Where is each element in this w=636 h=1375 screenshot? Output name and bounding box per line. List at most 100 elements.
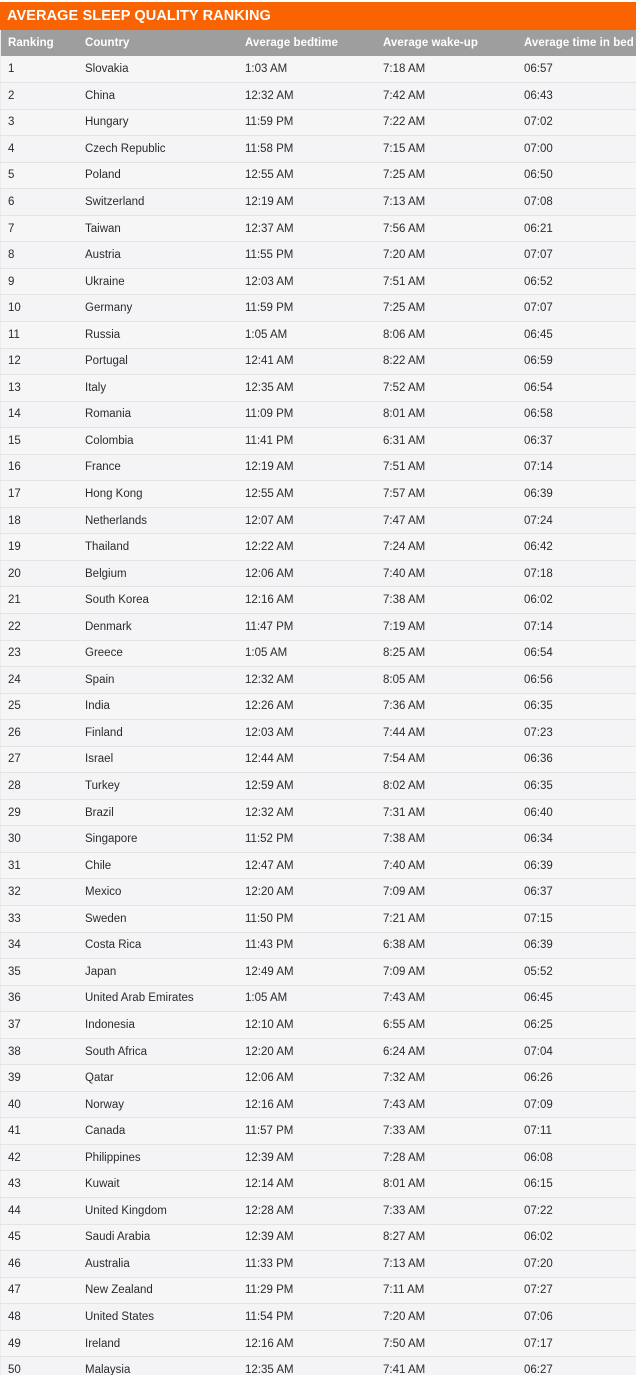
table-row: 23 Greece 1:05 AM 8:25 AM 06:54 — [0, 640, 636, 667]
cell-average-bedtime: 12:19 AM — [245, 196, 294, 208]
cell-average-bedtime: 11:59 PM — [245, 302, 294, 315]
cell-average-wake-up: 7:33 AM — [383, 1125, 426, 1138]
cell-average-wake-up: 7:22 AM — [383, 116, 426, 129]
cell-average-bedtime: 12:44 AM — [245, 753, 294, 766]
cell-country: China — [85, 89, 116, 102]
cell-average-bedtime: 12:32 AM — [245, 806, 294, 819]
cell-country: Hong Kong — [85, 488, 143, 501]
table-title-bar: AVERAGE SLEEP QUALITY RANKING — [0, 2, 636, 30]
cell-average-wake-up: 6:55 AM — [383, 1018, 426, 1031]
table-row: 17 Hong Kong 12:55 AM 7:57 AM 06:39 — [0, 480, 636, 508]
cell-average-bedtime: 12:32 AM — [245, 673, 294, 686]
cell-average-wake-up: 7:51 AM — [383, 275, 426, 288]
cell-country: Canada — [85, 1125, 126, 1138]
cell-country: Philippines — [85, 1151, 141, 1164]
cell-country: Thailand — [85, 541, 130, 554]
table-row: 16 France 12:19 AM 7:51 AM 07:14 — [0, 454, 636, 481]
cell-average-bedtime: 12:10 AM — [245, 1018, 294, 1031]
cell-average-bedtime: 11:58 PM — [245, 142, 294, 155]
column-header-ranking: Ranking — [8, 37, 54, 49]
table-row: 3 Hungary 11:59 PM 7:22 AM 07:02 — [0, 109, 636, 136]
cell-ranking: 29 — [8, 806, 21, 819]
cell-average-bedtime: 11:33 PM — [245, 1257, 294, 1270]
table-row: 34 Costa Rica 11:43 PM 6:38 AM 06:39 — [0, 932, 636, 959]
cell-average-wake-up: 7:56 AM — [383, 222, 426, 235]
table-row: 4 Czech Republic 11:58 PM 7:15 AM 07:00 — [0, 135, 636, 163]
cell-average-time-in-bed: 06:25 — [524, 1018, 553, 1031]
cell-average-wake-up: 7:20 AM — [383, 1310, 426, 1323]
cell-average-wake-up: 7:32 AM — [383, 1072, 426, 1085]
cell-average-bedtime: 12:16 AM — [245, 594, 294, 607]
sleep-quality-ranking-table-container: AVERAGE SLEEP QUALITY RANKING Ranking Co… — [0, 0, 636, 1375]
cell-average-time-in-bed: 07:23 — [524, 726, 553, 739]
cell-average-bedtime: 12:16 AM — [245, 1098, 294, 1111]
table-row: 18 Netherlands 12:07 AM 7:47 AM 07:24 — [0, 507, 636, 534]
cell-average-time-in-bed: 07:00 — [524, 142, 553, 155]
cell-ranking: 33 — [8, 912, 21, 925]
cell-ranking: 12 — [8, 355, 21, 368]
cell-average-time-in-bed: 07:27 — [524, 1284, 553, 1297]
cell-average-bedtime: 12:32 AM — [245, 89, 294, 102]
table-row: 32 Mexico 12:20 AM 7:09 AM 06:37 — [0, 878, 636, 906]
cell-average-time-in-bed: 07:14 — [524, 620, 553, 633]
cell-average-time-in-bed: 06:45 — [524, 328, 553, 341]
cell-average-time-in-bed: 07:18 — [524, 567, 553, 580]
cell-average-time-in-bed: 06:21 — [524, 222, 553, 235]
cell-country: Belgium — [85, 567, 127, 580]
table-row: 19 Thailand 12:22 AM 7:24 AM 06:42 — [0, 533, 636, 561]
table-row: 14 Romania 11:09 PM 8:01 AM 06:58 — [0, 401, 636, 428]
cell-country: France — [85, 461, 121, 474]
cell-country: United Kingdom — [85, 1204, 167, 1217]
table-row: 46 Australia 11:33 PM 7:13 AM 07:20 — [0, 1250, 636, 1278]
cell-country: Japan — [85, 965, 117, 978]
cell-ranking: 1 — [8, 63, 15, 76]
cell-average-bedtime: 12:22 AM — [245, 541, 294, 554]
cell-average-wake-up: 7:41 AM — [383, 1364, 426, 1375]
cell-country: Denmark — [85, 620, 132, 633]
cell-average-bedtime: 11:29 PM — [245, 1284, 294, 1297]
cell-average-bedtime: 11:47 PM — [245, 620, 294, 633]
cell-country: Italy — [85, 381, 107, 394]
cell-average-wake-up: 7:15 AM — [383, 142, 426, 155]
cell-average-time-in-bed: 06:54 — [524, 647, 553, 660]
cell-average-time-in-bed: 07:07 — [524, 249, 553, 262]
cell-average-wake-up: 7:40 AM — [383, 567, 426, 580]
table-row: 27 Israel 12:44 AM 7:54 AM 06:36 — [0, 746, 636, 773]
cell-average-time-in-bed: 06:39 — [524, 859, 553, 872]
cell-country: Hungary — [85, 116, 129, 129]
cell-ranking: 31 — [8, 859, 21, 872]
cell-average-bedtime: 12:06 AM — [245, 1072, 294, 1085]
table-row: 41 Canada 11:57 PM 7:33 AM 07:11 — [0, 1117, 636, 1145]
table-row: 37 Indonesia 12:10 AM 6:55 AM 06:25 — [0, 1011, 636, 1039]
cell-average-time-in-bed: 06:39 — [524, 939, 553, 952]
cell-ranking: 34 — [8, 939, 21, 952]
cell-average-bedtime: 11:43 PM — [245, 939, 294, 952]
cell-country: Sweden — [85, 912, 127, 925]
cell-average-time-in-bed: 06:27 — [524, 1364, 553, 1375]
cell-average-wake-up: 7:50 AM — [383, 1337, 426, 1350]
cell-country: Ireland — [85, 1337, 121, 1350]
cell-average-time-in-bed: 06:34 — [524, 833, 553, 846]
cell-average-time-in-bed: 06:26 — [524, 1072, 553, 1085]
cell-ranking: 37 — [8, 1018, 21, 1031]
cell-country: Saudi Arabia — [85, 1231, 151, 1244]
table-row: 49 Ireland 12:16 AM 7:50 AM 07:17 — [0, 1330, 636, 1357]
table-row: 33 Sweden 11:50 PM 7:21 AM 07:15 — [0, 905, 636, 933]
cell-ranking: 46 — [8, 1257, 21, 1270]
table-row: 20 Belgium 12:06 AM 7:40 AM 07:18 — [0, 560, 636, 587]
cell-average-bedtime: 12:03 AM — [245, 726, 294, 739]
cell-average-time-in-bed: 07:22 — [524, 1204, 553, 1217]
cell-average-bedtime: 1:03 AM — [245, 63, 288, 76]
cell-ranking: 47 — [8, 1284, 21, 1297]
cell-country: Germany — [85, 302, 133, 315]
cell-average-wake-up: 8:06 AM — [383, 328, 426, 341]
cell-average-bedtime: 12:35 AM — [245, 381, 294, 394]
cell-ranking: 20 — [8, 567, 21, 580]
cell-average-wake-up: 7:36 AM — [383, 700, 426, 713]
cell-average-bedtime: 12:59 AM — [245, 780, 294, 793]
cell-average-wake-up: 8:22 AM — [383, 355, 426, 368]
cell-ranking: 28 — [8, 780, 21, 793]
cell-country: Kuwait — [85, 1178, 120, 1191]
cell-average-time-in-bed: 06:52 — [524, 275, 553, 288]
cell-country: Poland — [85, 169, 121, 182]
